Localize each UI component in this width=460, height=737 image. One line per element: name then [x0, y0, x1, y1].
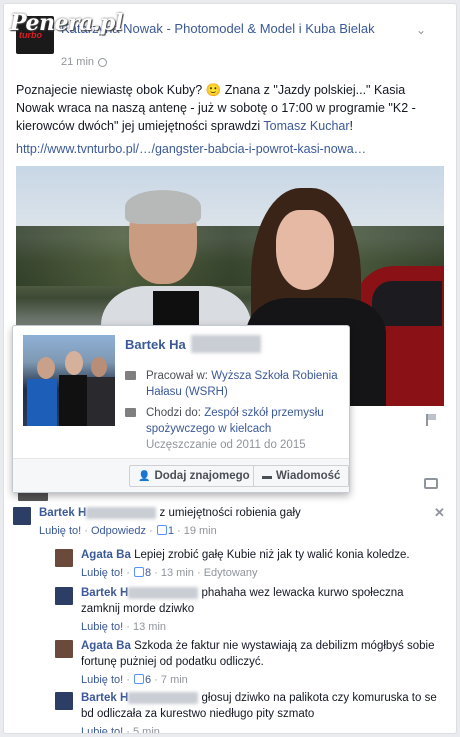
comment-meta: Lubię to! · 6 · 7 min: [81, 674, 188, 686]
globe-icon: [98, 57, 108, 67]
comment-meta: Lubię to! · 8 · 13 min · Edytowany: [81, 567, 258, 579]
school-years: Uczęszczanie od 2011 do 2015: [146, 439, 306, 451]
redacted-name: [191, 335, 261, 353]
avatar[interactable]: [55, 549, 73, 567]
add-friend-button[interactable]: 👤 Dodaj znajomego: [129, 465, 259, 487]
hovercard-footer: 👤 Dodaj znajomego ▬ Wiadomość: [13, 458, 350, 492]
avatar[interactable]: [55, 692, 73, 710]
add-friend-icon: 👤: [138, 471, 151, 482]
hovercard-name[interactable]: Bartek Ha: [125, 337, 186, 352]
comment-text: z umiejętności robienia gały: [159, 507, 301, 519]
like-link[interactable]: Lubię to!: [81, 674, 123, 686]
comment-time[interactable]: 13 min: [161, 567, 194, 579]
message-button[interactable]: ▬ Wiadomość: [253, 465, 350, 487]
close-icon[interactable]: ✕: [434, 505, 445, 521]
comment-text: Szkoda że faktur nie wystawiają za debil…: [81, 640, 435, 668]
post-time: 21 min: [61, 56, 108, 68]
like-icon: [133, 674, 144, 684]
comment-author[interactable]: Bartek H: [81, 692, 128, 704]
message-icon: ▬: [262, 471, 272, 482]
comment-meta: Lubię to! · 13 min: [81, 621, 167, 633]
chevron-down-icon[interactable]: ⌄: [416, 24, 428, 36]
comment-meta: Lubię to! · 5 min: [81, 724, 441, 733]
post-link[interactable]: http://www.tvnturbo.pl/…/gangster-babcia…: [16, 142, 441, 156]
like-link[interactable]: Lubię to!: [81, 726, 123, 733]
comment-author[interactable]: Bartek H: [39, 507, 86, 519]
comment-author[interactable]: Agata Ba: [81, 640, 131, 652]
watermark: Penera.pl: [10, 10, 123, 36]
camera-icon[interactable]: [424, 478, 438, 489]
comment-author[interactable]: Agata Ba: [81, 549, 131, 561]
post-text: Poznajecie niewiastę obok Kuby? 🙂 Znana …: [16, 81, 441, 135]
briefcase-icon: [125, 371, 136, 380]
comment-time[interactable]: 7 min: [161, 674, 188, 686]
comment-time[interactable]: 19 min: [184, 525, 217, 537]
like-count[interactable]: 8: [145, 567, 151, 579]
work-row: Pracował w: Wyższa Szkoła Robienia Hałas…: [125, 368, 340, 400]
post-card: Penera.pl turbo Katarzyna Nowak - Photom…: [3, 3, 457, 734]
hovercard-photo[interactable]: [23, 335, 115, 426]
school-row: Chodzi do: Zespół szkół przemysłu spożyw…: [125, 405, 340, 453]
timestamp[interactable]: 21 min: [61, 56, 94, 68]
school-icon: [125, 408, 136, 417]
comment-author[interactable]: Bartek H: [81, 587, 128, 599]
avatar[interactable]: [55, 640, 73, 658]
comment-text: Lepiej zrobić gałę Kubie niż jak ty wali…: [134, 549, 410, 561]
like-link[interactable]: Lubię to!: [39, 525, 81, 537]
like-link[interactable]: Lubię to!: [81, 567, 123, 579]
like-count[interactable]: 6: [145, 674, 151, 686]
profile-hovercard: Bartek Ha Pracował w: Wyższa Szkoła Robi…: [12, 325, 350, 493]
like-link[interactable]: Lubię to!: [81, 621, 123, 633]
comment-meta: Lubię to! · Odpowiedz · 1 · 19 min: [39, 525, 217, 537]
like-icon: [156, 525, 167, 535]
like-icon: [133, 567, 144, 577]
post-text-end: !: [349, 119, 354, 133]
edited-label[interactable]: Edytowany: [204, 567, 258, 579]
like-count[interactable]: 1: [168, 525, 174, 537]
reply-link[interactable]: Odpowiedz: [91, 525, 146, 537]
flag-icon[interactable]: [426, 414, 436, 426]
comment-time[interactable]: 13 min: [133, 621, 166, 633]
comment-time[interactable]: 5 min: [133, 726, 160, 733]
avatar[interactable]: [55, 587, 73, 605]
mention-link[interactable]: Tomasz Kuchar: [263, 119, 349, 133]
post-text-body: Poznajecie niewiastę obok Kuby? 🙂 Znana …: [16, 83, 416, 133]
avatar[interactable]: [13, 507, 31, 525]
